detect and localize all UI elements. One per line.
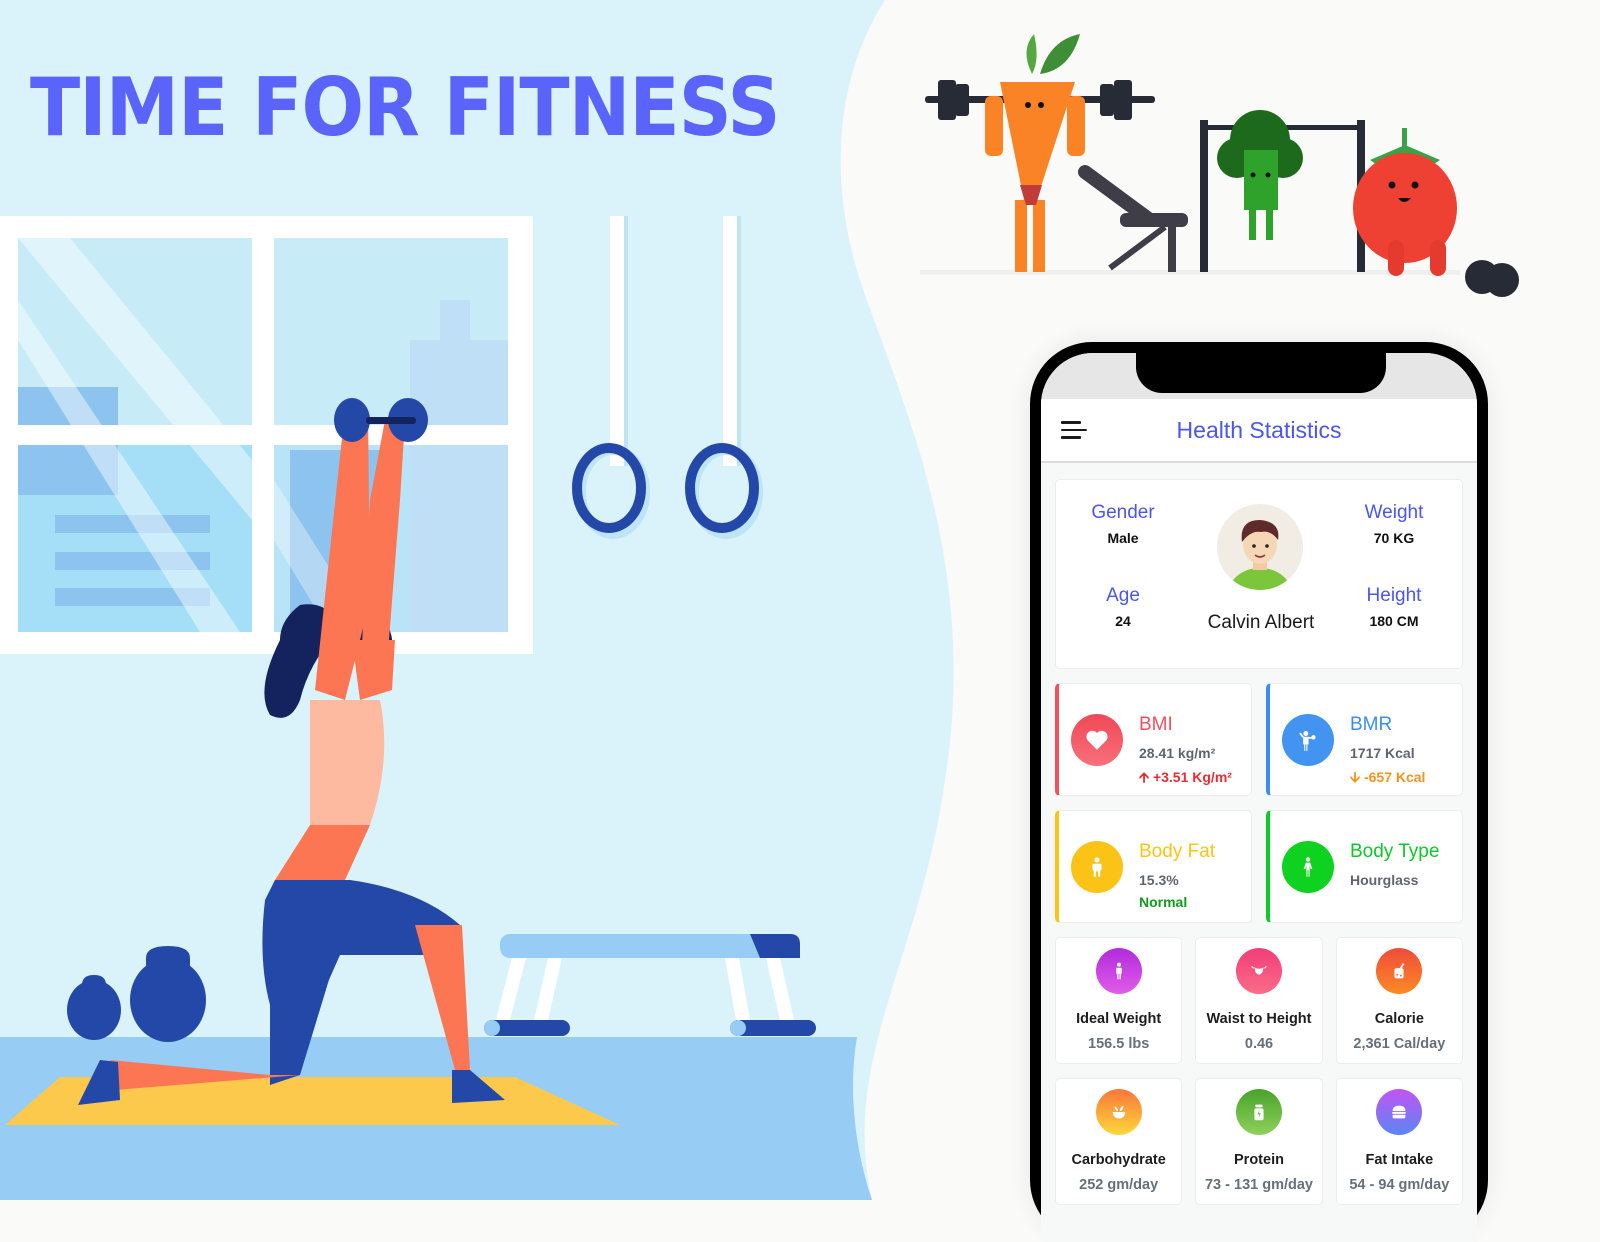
weight-field: Weight 70 KG	[1334, 502, 1454, 546]
phone-screen: Health Statistics Gender Male Age 24 Wei…	[1041, 353, 1477, 1242]
ideal-weight-icon	[1095, 948, 1142, 994]
body-type-title: Body Type	[1350, 841, 1440, 862]
age-field: Age 24	[1063, 585, 1183, 629]
avatar[interactable]	[1217, 504, 1303, 590]
bmi-value: 28.41 kg/m²	[1139, 745, 1216, 761]
window-illustration	[0, 216, 533, 654]
height-label: Height	[1366, 585, 1422, 606]
fat-intake-value: 54 - 94 gm/day	[1349, 1177, 1450, 1193]
protein-title: Protein	[1234, 1152, 1284, 1168]
person-waving-icon	[1282, 714, 1334, 766]
app-content: Gender Male Age 24 Weight 70 KG Height 1…	[1041, 463, 1477, 1205]
arrow-up-icon: 🡩	[1139, 769, 1153, 785]
body-fat-status: Normal	[1139, 894, 1188, 910]
protein-card[interactable]: Protein 73 - 131 gm/day	[1195, 1078, 1323, 1205]
bmr-delta-value: -657 Kcal	[1363, 769, 1426, 785]
fat-intake-card[interactable]: Fat Intake 54 - 94 gm/day	[1335, 1078, 1463, 1205]
vegetable-gym-characters	[920, 34, 1519, 297]
stat-cards: Ideal Weight 156.5 lbs Waist to Height 0…	[1055, 937, 1463, 1205]
arrow-down-icon: 🡫	[1350, 769, 1364, 785]
waist-to-height-title: Waist to Height	[1206, 1011, 1312, 1027]
protein-value: 73 - 131 gm/day	[1204, 1177, 1313, 1193]
fat-intake-title: Fat Intake	[1365, 1152, 1434, 1168]
burger-icon	[1376, 1089, 1423, 1135]
bmr-card[interactable]: BMR 1717 Kcal 🡫 -657 Kcal	[1266, 683, 1463, 796]
calorie-value: 2,361 Cal/day	[1353, 1036, 1446, 1052]
carbohydrate-value: 252 gm/day	[1079, 1177, 1159, 1193]
bmr-title: BMR	[1350, 714, 1393, 735]
body-type-card[interactable]: Body Type Hourglass	[1266, 810, 1463, 923]
ideal-weight-card[interactable]: Ideal Weight 156.5 lbs	[1055, 937, 1183, 1064]
body-fat-title: Body Fat	[1139, 841, 1216, 862]
bmi-card[interactable]: BMI 28.41 kg/m² 🡩 +3.51 Kg/m²	[1055, 683, 1252, 796]
body-fat-card[interactable]: Body Fat 15.3% Normal	[1055, 810, 1252, 923]
hamburger-menu-icon[interactable]	[1061, 421, 1089, 441]
body-type-icon	[1282, 841, 1334, 893]
age-label: Age	[1106, 585, 1140, 606]
calorie-title: Calorie	[1374, 1011, 1424, 1027]
body-type-value: Hourglass	[1350, 872, 1419, 888]
hero-title: TIME FOR FITNESS	[30, 61, 781, 154]
phone-notch	[1136, 353, 1386, 393]
waist-icon	[1235, 948, 1282, 994]
profile-card[interactable]: Gender Male Age 24 Weight 70 KG Height 1…	[1055, 479, 1463, 669]
gender-label: Gender	[1091, 502, 1155, 523]
ideal-weight-title: Ideal Weight	[1076, 1011, 1162, 1027]
calorie-card[interactable]: Calorie 2,361 Cal/day	[1335, 937, 1463, 1064]
age-value: 24	[1115, 613, 1131, 629]
bmr-value: 1717 Kcal	[1350, 745, 1415, 761]
gender-field: Gender Male	[1063, 502, 1183, 546]
protein-jar-icon	[1235, 1089, 1282, 1135]
calorie-jar-icon	[1376, 948, 1423, 994]
app-title: Health Statistics	[1176, 416, 1342, 443]
heart-icon	[1071, 714, 1123, 766]
phone-mockup: Health Statistics Gender Male Age 24 Wei…	[1030, 342, 1488, 1242]
weight-value: 70 KG	[1373, 530, 1415, 546]
waist-to-height-value: 0.46	[1244, 1036, 1274, 1052]
salad-bowl-icon	[1095, 1089, 1142, 1135]
carbohydrate-title: Carbohydrate	[1071, 1152, 1166, 1168]
gender-value: Male	[1107, 530, 1139, 546]
bmi-title: BMI	[1139, 714, 1173, 735]
bmr-delta: 🡫 -657 Kcal	[1350, 767, 1425, 791]
waist-to-height-card[interactable]: Waist to Height 0.46	[1195, 937, 1323, 1064]
bmi-delta-value: +3.51 Kg/m²	[1152, 769, 1232, 785]
metric-cards: BMI 28.41 kg/m² 🡩 +3.51 Kg/m² BMR 1717 K…	[1055, 683, 1463, 923]
carbohydrate-card[interactable]: Carbohydrate 252 gm/day	[1055, 1078, 1183, 1205]
ideal-weight-value: 156.5 lbs	[1088, 1036, 1150, 1052]
profile-name: Calvin Albert	[1207, 612, 1315, 633]
weight-label: Weight	[1364, 502, 1424, 523]
app-header: Health Statistics	[1041, 399, 1477, 463]
bmi-delta: 🡩 +3.51 Kg/m²	[1139, 767, 1232, 791]
body-fat-icon	[1071, 841, 1123, 893]
body-fat-value: 15.3%	[1139, 872, 1179, 888]
